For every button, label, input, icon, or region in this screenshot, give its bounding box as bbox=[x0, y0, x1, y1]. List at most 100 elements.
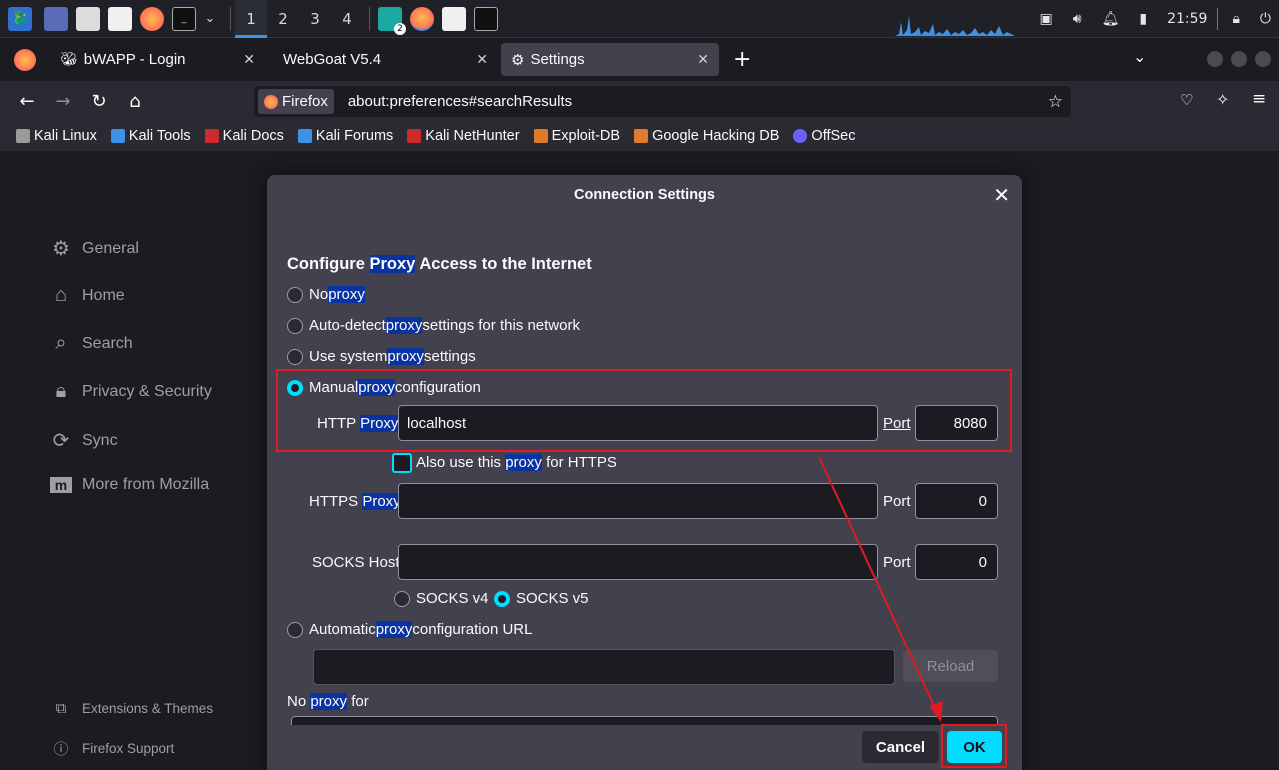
kali-docs-icon bbox=[204, 129, 219, 143]
identity-box[interactable]: Firefox bbox=[258, 89, 334, 114]
kali-forums-icon bbox=[297, 129, 312, 143]
home-icon: ⌂ bbox=[54, 284, 68, 306]
radio-button[interactable] bbox=[394, 590, 410, 607]
extensions-icon[interactable]: ✧ bbox=[1216, 90, 1229, 109]
terminal-launcher-icon[interactable]: _ bbox=[172, 6, 196, 31]
editor-window-icon[interactable] bbox=[442, 6, 466, 31]
workspace-4[interactable]: 4 bbox=[331, 0, 363, 38]
file-manager-icon[interactable] bbox=[76, 6, 100, 31]
close-icon[interactable]: ✕ bbox=[697, 51, 709, 68]
https-proxy-input[interactable] bbox=[398, 483, 878, 519]
radio-button-selected[interactable] bbox=[494, 590, 510, 607]
input-value: 0 bbox=[978, 553, 987, 571]
sidebar-item-general[interactable]: ⚙ General bbox=[50, 236, 139, 261]
also-https-checkbox[interactable] bbox=[392, 453, 412, 473]
lock-icon[interactable]: 🔒︎ bbox=[1232, 11, 1239, 27]
kali-menu-icon[interactable]: 🐉 bbox=[8, 6, 32, 31]
chevron-down-icon[interactable]: ⌄ bbox=[198, 7, 222, 31]
close-window-button[interactable] bbox=[1255, 51, 1271, 67]
sidebar-item-more-from-mozilla[interactable]: m More from Mozilla bbox=[50, 476, 209, 494]
firefox-window-icon[interactable] bbox=[410, 6, 434, 31]
radio-system-proxy[interactable]: Use system proxy settings bbox=[287, 348, 476, 365]
radio-button[interactable] bbox=[287, 621, 303, 638]
app-window-icon[interactable]: 2 bbox=[378, 6, 406, 35]
list-all-tabs-icon[interactable]: ⌄ bbox=[1133, 47, 1146, 66]
bookmark-kali-tools[interactable]: Kali Tools bbox=[110, 128, 191, 144]
sidebar-item-search[interactable]: ⌕ Search bbox=[50, 332, 132, 355]
volume-icon[interactable]: 🔊︎ bbox=[1073, 11, 1082, 27]
tab-bwapp[interactable]: 🐝︎ bWAPP - Login ✕ bbox=[50, 43, 265, 76]
maximize-button[interactable] bbox=[1231, 51, 1247, 67]
terminal-window-icon[interactable] bbox=[474, 6, 498, 31]
radio-socks-v4[interactable]: SOCKS v4 bbox=[394, 590, 489, 607]
notification-bell-icon[interactable]: 🔔︎ bbox=[1102, 11, 1120, 27]
new-tab-button[interactable]: + bbox=[733, 47, 751, 72]
sidebar-item-home[interactable]: ⌂ Home bbox=[50, 284, 125, 307]
socks-port-label: Port bbox=[883, 554, 911, 571]
radio-auto-config-url[interactable]: Automatic proxy configuration URL bbox=[287, 621, 532, 638]
menu-icon[interactable]: ≡ bbox=[1252, 89, 1266, 109]
firefox-launcher-icon[interactable] bbox=[140, 6, 164, 31]
auto-config-url-input[interactable] bbox=[313, 649, 895, 685]
https-proxy-label: HTTPS Proxy bbox=[309, 493, 401, 510]
text-editor-icon[interactable] bbox=[108, 6, 132, 31]
search-highlight: proxy bbox=[375, 621, 413, 638]
close-icon[interactable]: ✕ bbox=[243, 51, 255, 68]
sidebar-item-privacy[interactable]: 🔒︎ Privacy & Security bbox=[50, 380, 212, 403]
sidebar-item-sync[interactable]: ⟳ Sync bbox=[50, 428, 118, 453]
socks-port-input[interactable]: 0 bbox=[915, 544, 998, 580]
minimize-button[interactable] bbox=[1207, 51, 1223, 67]
cancel-button[interactable]: Cancel bbox=[862, 731, 939, 763]
radio-button[interactable] bbox=[287, 348, 303, 365]
tab-settings[interactable]: ⚙ Settings ✕ bbox=[501, 43, 719, 76]
radio-socks-v5[interactable]: SOCKS v5 bbox=[494, 590, 589, 607]
bookmark-kali-forums[interactable]: Kali Forums bbox=[297, 128, 393, 144]
radio-button[interactable] bbox=[287, 317, 303, 334]
clock[interactable]: 21:59 bbox=[1167, 11, 1207, 27]
bookmark-offsec[interactable]: OffSec bbox=[793, 128, 855, 144]
bookmark-exploit-db[interactable]: Exploit-DB bbox=[533, 128, 620, 144]
exploit-db-icon bbox=[533, 129, 548, 143]
workspace-3[interactable]: 3 bbox=[299, 0, 331, 38]
socks-host-label: SOCKS Host bbox=[312, 554, 400, 571]
offsec-icon bbox=[793, 129, 808, 143]
reload-button[interactable]: Reload bbox=[903, 650, 998, 682]
display-icon[interactable]: ▣ bbox=[1040, 11, 1053, 27]
tab-label: bWAPP - Login bbox=[83, 51, 186, 68]
radio-no-proxy[interactable]: No proxy bbox=[287, 286, 365, 303]
label-text: No bbox=[287, 693, 311, 710]
tab-label: Settings bbox=[530, 51, 585, 68]
tab-webgoat[interactable]: WebGoat V5.4 ✕ bbox=[273, 43, 498, 76]
nethunter-icon bbox=[407, 129, 422, 143]
search-highlight: proxy bbox=[505, 454, 542, 471]
nav-bar: ← → ↻ ⌂ Firefox about:preferences#search… bbox=[0, 81, 1279, 121]
back-arrow-icon[interactable]: ← bbox=[12, 91, 42, 112]
radio-button[interactable] bbox=[287, 286, 303, 303]
bookmark-star-icon[interactable]: ☆ bbox=[1048, 92, 1063, 112]
workspace-1[interactable]: 1 bbox=[235, 0, 267, 38]
reload-icon[interactable]: ↻ bbox=[84, 91, 114, 112]
power-icon[interactable]: ⏻ bbox=[1260, 11, 1271, 27]
https-port-input[interactable]: 0 bbox=[915, 483, 998, 519]
option-label: settings for this network bbox=[422, 317, 580, 334]
power-manager-icon[interactable]: ▮ bbox=[1139, 11, 1147, 27]
sidebar-firefox-support[interactable]: ⓘ Firefox Support bbox=[50, 738, 174, 759]
workspace-2[interactable]: 2 bbox=[267, 0, 299, 38]
firefox-view-icon[interactable] bbox=[14, 48, 36, 71]
sidebar-extensions-themes[interactable]: ⧉ Extensions & Themes bbox=[50, 700, 213, 717]
socks-host-input[interactable] bbox=[398, 544, 878, 580]
help-icon: ⓘ bbox=[53, 741, 69, 758]
close-icon[interactable]: ✕ bbox=[476, 51, 488, 68]
bookmark-kali-docs[interactable]: Kali Docs bbox=[204, 128, 284, 144]
url-text[interactable]: about:preferences#searchResults bbox=[348, 93, 572, 110]
home-icon[interactable]: ⌂ bbox=[120, 91, 150, 112]
bookmark-kali-nethunter[interactable]: Kali NetHunter bbox=[407, 128, 520, 144]
pocket-icon[interactable]: ♡ bbox=[1180, 91, 1193, 109]
close-icon[interactable]: ✕ bbox=[993, 183, 1010, 208]
url-bar[interactable]: Firefox about:preferences#searchResults … bbox=[254, 86, 1071, 117]
show-desktop-icon[interactable] bbox=[44, 6, 68, 31]
bookmark-kali-linux[interactable]: Kali Linux bbox=[16, 128, 97, 144]
forward-arrow-icon[interactable]: → bbox=[48, 91, 78, 112]
bookmark-google-hacking-db[interactable]: Google Hacking DB bbox=[634, 128, 779, 144]
radio-auto-detect[interactable]: Auto-detect proxy settings for this netw… bbox=[287, 317, 580, 334]
